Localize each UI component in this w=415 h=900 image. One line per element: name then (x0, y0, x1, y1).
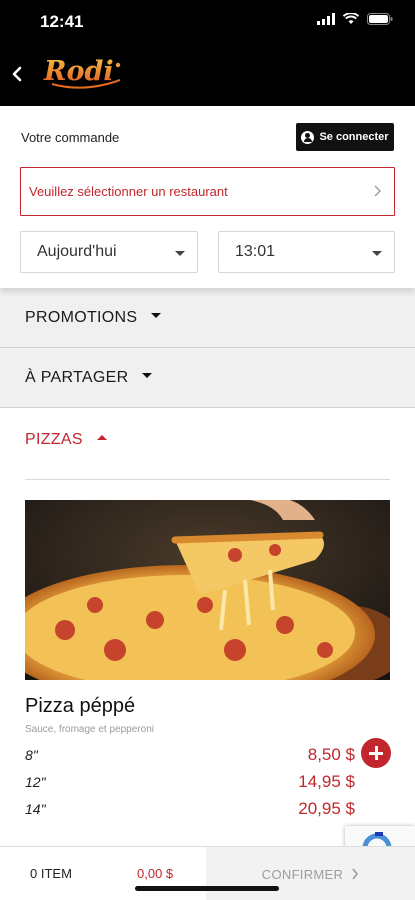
caret-down-icon (372, 251, 382, 256)
restaurant-prompt: Veuillez sélectionner un restaurant (29, 184, 228, 199)
size-price: 14,95 $ (298, 772, 355, 791)
size-price: 8,50 $ (307, 745, 355, 764)
caret-down-icon (142, 373, 153, 378)
order-label: Votre commande (21, 130, 120, 145)
wifi-icon (343, 13, 359, 24)
size-row: 14" 20,95 $ (25, 799, 355, 821)
back-chevron-icon[interactable] (8, 62, 28, 86)
order-panel: Votre commande Se connecter Veuillez sél… (0, 106, 415, 288)
day-select[interactable]: Aujourd'hui (20, 231, 198, 273)
size-label: 8" (25, 747, 38, 763)
add-to-cart-button[interactable] (361, 738, 391, 768)
home-indicator[interactable] (135, 886, 279, 891)
signal-icon (317, 13, 335, 25)
category-pizzas[interactable]: PIZZAS (0, 410, 415, 470)
category-promotions[interactable]: PROMOTIONS (0, 288, 415, 348)
category-label: PIZZAS (25, 431, 83, 448)
cart-item-count: 0 ITEM (30, 866, 72, 881)
chevron-right-icon (352, 868, 359, 880)
caret-down-icon (175, 251, 185, 256)
size-row: 8" 8,50 $ (25, 745, 355, 767)
size-label: 14" (25, 801, 46, 817)
day-value: Aujourd'hui (37, 243, 117, 260)
product-description: Sauce, fromage et pepperoni (25, 724, 154, 735)
size-price: 20,95 $ (298, 799, 355, 818)
caret-up-icon (96, 434, 107, 440)
app-header: 12:41 Rodi (0, 0, 415, 106)
divider (25, 479, 390, 480)
battery-icon (367, 13, 393, 25)
category-label: PROMOTIONS (25, 308, 138, 326)
login-button-label: Se connecter (319, 131, 389, 143)
confirm-button[interactable]: CONFIRMER (206, 847, 415, 900)
caret-down-icon (151, 313, 162, 318)
svg-text:Rodi: Rodi (43, 56, 114, 87)
cart-total: 0,00 $ (137, 866, 174, 881)
cart-bar: 0 ITEM 0,00 $ CONFIRMER (0, 846, 415, 900)
restaurant-selector[interactable]: Veuillez sélectionner un restaurant (20, 167, 395, 216)
status-time: 12:41 (40, 12, 84, 31)
size-row: 12" 14,95 $ (25, 772, 355, 794)
time-value: 13:01 (235, 243, 276, 260)
pizza-image[interactable] (25, 500, 390, 680)
confirm-label: CONFIRMER (261, 866, 344, 882)
rodi-logo[interactable]: Rodi (42, 53, 126, 97)
chevron-right-icon (374, 185, 381, 197)
user-icon (301, 130, 315, 144)
category-label: À PARTAGER (25, 368, 129, 386)
time-select[interactable]: 13:01 (218, 231, 395, 273)
category-a-partager[interactable]: À PARTAGER (0, 348, 415, 408)
product-name: Pizza péppé (25, 695, 136, 717)
login-button[interactable]: Se connecter (296, 123, 394, 151)
status-icons (317, 13, 393, 25)
size-label: 12" (25, 774, 46, 790)
